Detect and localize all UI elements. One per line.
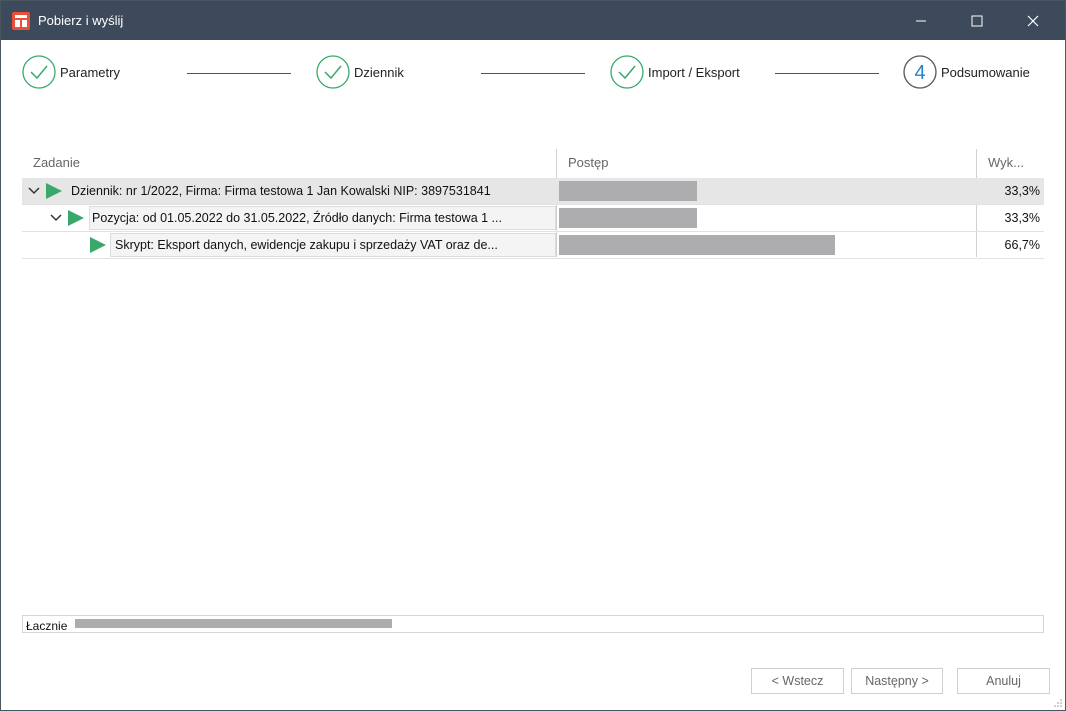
play-icon: [90, 237, 106, 253]
progress-bar-fill: [559, 208, 697, 228]
percent-done: 33,3%: [1004, 211, 1040, 225]
check-circle-icon: [22, 55, 56, 89]
play-icon: [68, 210, 84, 226]
play-icon: [46, 183, 62, 199]
progress-bar: [559, 208, 973, 228]
minimize-icon: [916, 20, 926, 21]
title-bar[interactable]: Pobierz i wyślij: [1, 1, 1065, 40]
task-name: Pozycja: od 01.05.2022 do 31.05.2022, Źr…: [92, 211, 502, 225]
step-label: Import / Eksport: [648, 64, 740, 80]
total-progress-fill: [75, 619, 392, 628]
step-connector: [775, 73, 879, 74]
cancel-button[interactable]: Anuluj: [957, 668, 1050, 694]
step-dziennik: Dziennik: [316, 52, 404, 92]
resize-grip-icon[interactable]: [1053, 698, 1063, 708]
step-number-circle-icon: 4: [903, 55, 937, 89]
chevron-down-icon[interactable]: [50, 213, 62, 223]
window-title: Pobierz i wyślij: [38, 13, 124, 28]
dialog-window: Pobierz i wyślij Parametry Dziennik Impo…: [0, 0, 1066, 711]
check-circle-icon: [610, 55, 644, 89]
step-connector: [481, 73, 585, 74]
close-icon: [1027, 15, 1039, 26]
task-name: Dziennik: nr 1/2022, Firma: Firma testow…: [71, 184, 491, 198]
step-label: Podsumowanie: [941, 64, 1030, 80]
progress-bar-fill: [559, 235, 835, 255]
total-label: Łacznie: [26, 619, 68, 633]
step-label: Parametry: [60, 64, 120, 80]
table-row[interactable]: Pozycja: od 01.05.2022 do 31.05.2022, Źr…: [22, 205, 1044, 232]
back-button[interactable]: < Wstecz: [751, 668, 844, 694]
app-icon: [12, 12, 30, 30]
step-import-eksport: Import / Eksport: [610, 52, 740, 92]
next-button[interactable]: Następny >: [851, 668, 943, 694]
progress-bar-fill: [559, 181, 697, 201]
minimize-button[interactable]: [894, 1, 948, 40]
table-row[interactable]: Skrypt: Eksport danych, ewidencje zakupu…: [22, 232, 1044, 259]
step-number: 4: [914, 62, 925, 84]
table-row[interactable]: Dziennik: nr 1/2022, Firma: Firma testow…: [22, 178, 1044, 205]
step-parametry: Parametry: [22, 52, 120, 92]
close-button[interactable]: [1006, 1, 1060, 40]
progress-bar: [559, 235, 973, 255]
step-connector: [187, 73, 291, 74]
progress-bar: [559, 181, 973, 201]
percent-done: 66,7%: [1004, 238, 1040, 252]
column-header-progress[interactable]: Postęp: [568, 149, 608, 177]
column-header-done[interactable]: Wyk...: [988, 149, 1024, 177]
percent-done: 33,3%: [1004, 184, 1040, 198]
total-progress: Łacznie: [22, 615, 1044, 633]
check-circle-icon: [316, 55, 350, 89]
step-label: Dziennik: [354, 64, 404, 80]
step-podsumowanie: 4 Podsumowanie: [903, 52, 1030, 92]
column-header-task[interactable]: Zadanie: [33, 149, 80, 177]
task-name: Skrypt: Eksport danych, ewidencje zakupu…: [115, 238, 498, 252]
maximize-button[interactable]: [950, 1, 1004, 40]
chevron-down-icon[interactable]: [28, 186, 40, 196]
maximize-icon: [971, 15, 983, 26]
